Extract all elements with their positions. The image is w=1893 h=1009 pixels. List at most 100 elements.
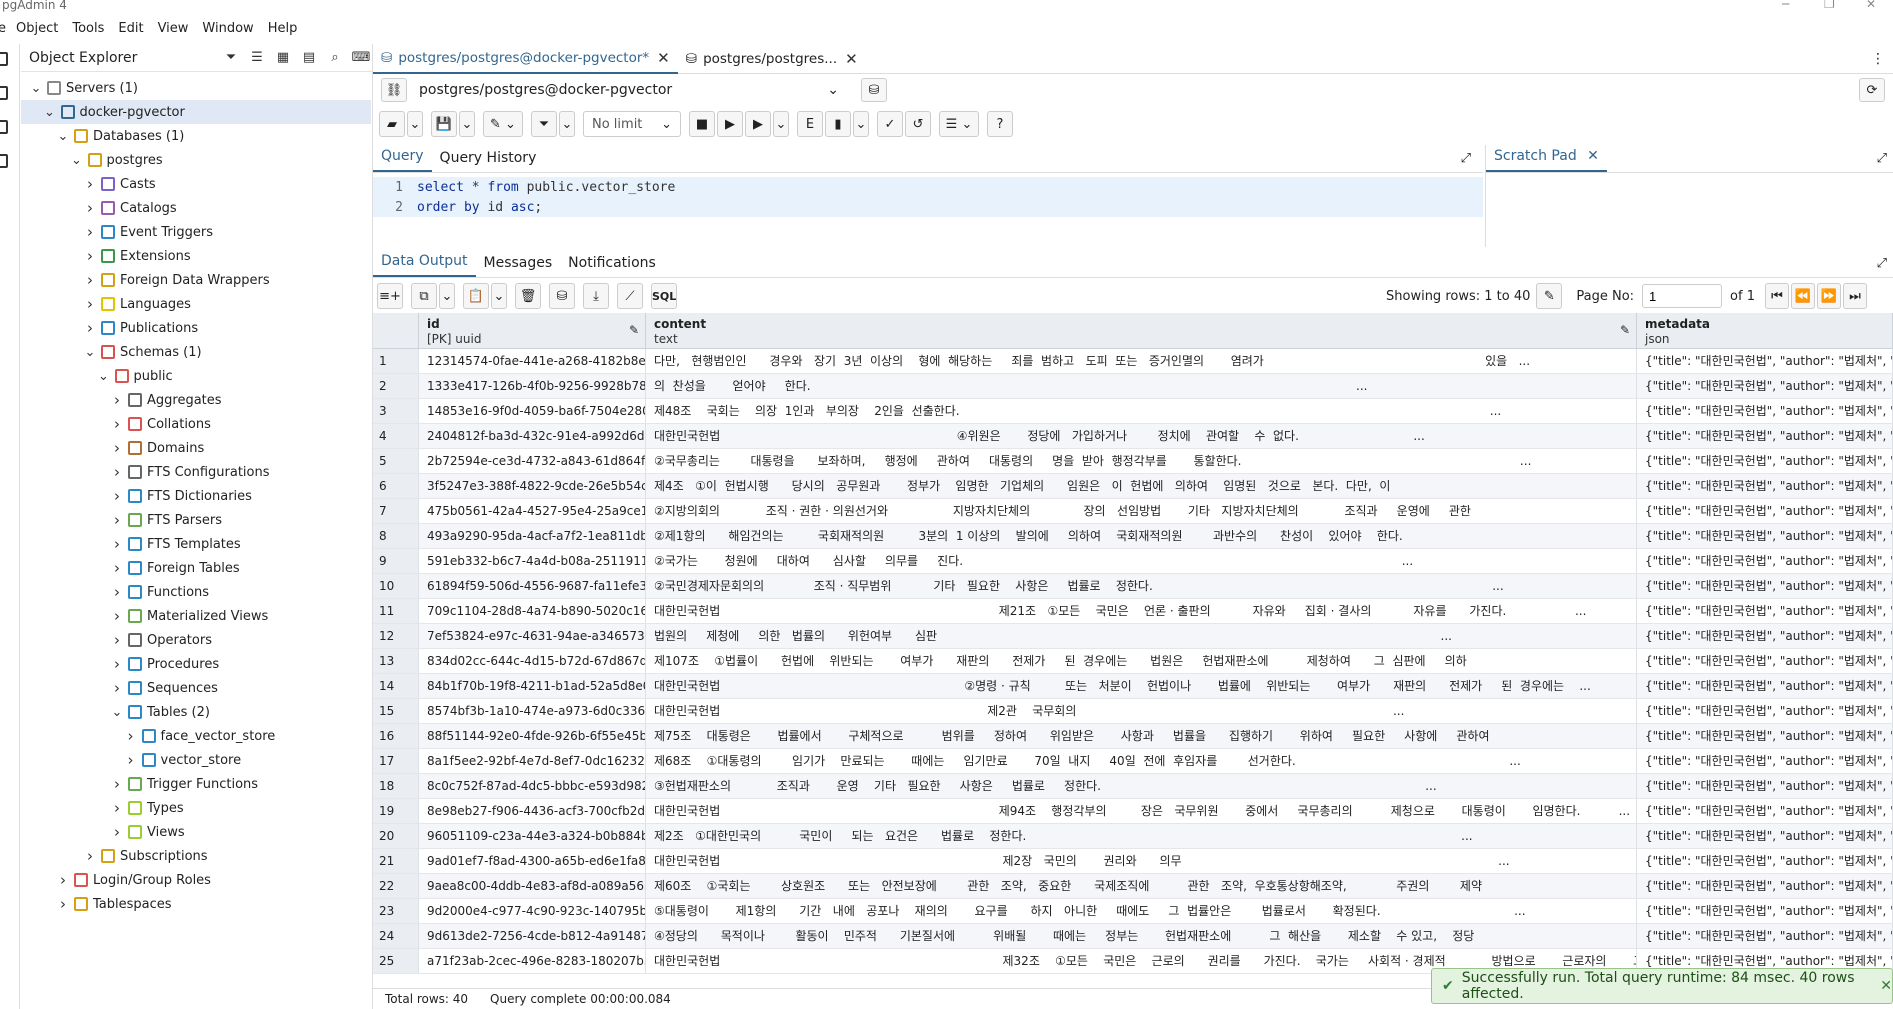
cell-content[interactable]: 제107조 ①법률이 헌법에 위반되는 여부가 재판의 전제가 된 경우에는 법…	[646, 649, 1637, 673]
menu-tools[interactable]: Tools	[72, 21, 104, 36]
cell-id[interactable]: 14853e16-9f0d-4059-ba6f-7504e280...	[419, 399, 646, 423]
table-row[interactable]: 23 9d2000e4-c977-4c90-923c-140795b... ⑤대통령…	[373, 899, 1893, 924]
paste-dropdown[interactable]: ⌄	[491, 283, 507, 309]
row-number[interactable]: 12	[373, 624, 419, 648]
cell-content[interactable]: ②국무총리는 대통령을 보좌하며, 행정에 관하여 대통령의 명을 받아 행정각…	[646, 449, 1637, 473]
explain-dropdown[interactable]: ⌄	[853, 111, 869, 137]
row-number[interactable]: 6	[373, 474, 419, 498]
cell-content[interactable]: 제60조 ①국회는 상호원조 또는 안전보장에 관한 조약, 중요한 국제조직에…	[646, 874, 1637, 898]
menu-view[interactable]: View	[158, 21, 189, 36]
page-no-input[interactable]	[1642, 284, 1723, 308]
tree-node[interactable]: › Functions	[21, 580, 371, 604]
table-row[interactable]: 21 9ad01ef7-f8ad-4300-a65b-ed6e1fa8c... 대한…	[373, 849, 1893, 874]
table-row[interactable]: 16 88f51144-92e0-4fde-926b-6f55e45b... 제75…	[373, 724, 1893, 749]
cell-metadata[interactable]: {"title": "대한민국헌법", "author": "법제처", "so…	[1637, 574, 1893, 598]
cell-metadata[interactable]: {"title": "대한민국헌법", "author": "법제처", "so…	[1637, 849, 1893, 873]
expand-icon[interactable]: ⤢	[1877, 256, 1887, 271]
cell-metadata[interactable]: {"title": "대한민국헌법", "author": "법제처", "so…	[1637, 499, 1893, 523]
chevron-right-icon[interactable]: ›	[110, 799, 124, 817]
save-file-button[interactable]: 💾	[431, 111, 457, 137]
chevron-right-icon[interactable]: ›	[56, 871, 70, 889]
row-number[interactable]: 5	[373, 449, 419, 473]
table-row[interactable]: 13 834d02cc-644c-4d15-b72d-67d867d... 제107…	[373, 649, 1893, 674]
table-row[interactable]: 6 3f5247e3-388f-4822-9cde-26e5b54c... 제4조 …	[373, 474, 1893, 499]
chevron-right-icon[interactable]: ›	[110, 607, 124, 625]
chevron-right-icon[interactable]: ›	[110, 655, 124, 673]
first-page-icon[interactable]: ⏮	[1764, 283, 1789, 309]
tree-node[interactable]: › Subscriptions	[21, 844, 371, 868]
row-number[interactable]: 10	[373, 574, 419, 598]
open-file-button[interactable]: ▰	[379, 111, 405, 137]
cell-content[interactable]: ②국가는 청원에 대하여 심사할 의무를 진다. ...	[646, 549, 1637, 573]
menu-window[interactable]: Window	[202, 21, 253, 36]
chevron-down-icon[interactable]: ⌄	[83, 345, 97, 360]
help-button[interactable]: ?	[987, 111, 1013, 137]
table-row[interactable]: 12 7ef53824-e97c-4631-94ae-a3465734... 법원의…	[373, 624, 1893, 649]
chevron-down-icon[interactable]: ⌄	[56, 129, 70, 144]
cell-content[interactable]: ⑤대통령이 제1항의 기간 내에 공포나 재의의 요구를 하지 아니한 때에도 …	[646, 899, 1637, 923]
tree-node[interactable]: › FTS Templates	[21, 532, 371, 556]
filter-dropdown[interactable]: ⌄	[559, 111, 575, 137]
close-tab-icon[interactable]: ✕	[1587, 148, 1599, 164]
chevron-right-icon[interactable]: ›	[83, 223, 97, 241]
minimize-icon[interactable]: ─	[1782, 0, 1789, 11]
cell-id[interactable]: a71f23ab-2cec-496e-8283-180207b5...	[419, 949, 646, 973]
cell-metadata[interactable]: {"title": "대한민국헌법", "author": "법제처", "so…	[1637, 624, 1893, 648]
tree-node[interactable]: ⌄ postgres	[21, 148, 371, 172]
tree-node[interactable]: › Types	[21, 796, 371, 820]
explain-analyze-button[interactable]: ▮	[825, 111, 851, 137]
cell-metadata[interactable]: {"title": "대한민국헌법", "author": "법제처", "so…	[1637, 424, 1893, 448]
cell-id[interactable]: 7ef53824-e97c-4631-94ae-a3465734...	[419, 624, 646, 648]
cell-id[interactable]: 9aea8c00-4ddb-4e83-af8d-a089a563...	[419, 874, 646, 898]
tree-node[interactable]: › Procedures	[21, 652, 371, 676]
tree-node[interactable]: › Collations	[21, 412, 371, 436]
cell-id[interactable]: 84b1f70b-19f8-4211-b1ad-52a5d8e0...	[419, 674, 646, 698]
cell-metadata[interactable]: {"title": "대한민국헌법", "author": "법제처", "so…	[1637, 649, 1893, 673]
chevron-down-icon[interactable]: ⌄	[97, 369, 111, 384]
row-number[interactable]: 2	[373, 374, 419, 398]
close-tab-icon[interactable]: ✕	[657, 49, 670, 67]
macros-button[interactable]: ☰ ⌄	[939, 111, 979, 137]
table-row[interactable]: 11 709c1104-28d8-4a74-b890-5020c16... 대한민국…	[373, 599, 1893, 624]
tab-query-history[interactable]: Query History	[432, 150, 545, 172]
tree-node[interactable]: › Aggregates	[21, 388, 371, 412]
expand-icon[interactable]: ⤢	[1461, 151, 1471, 166]
cell-content[interactable]: ②국민경제자문회의의 조직 · 직무범위 기타 필요한 사항은 법률로 정한다.…	[646, 574, 1637, 598]
chevron-right-icon[interactable]: ›	[83, 271, 97, 289]
cell-metadata[interactable]: {"title": "대한민국헌법", "author": "법제처", "so…	[1637, 599, 1893, 623]
cell-metadata[interactable]: {"title": "대한민국헌법", "author": "법제처", "so…	[1637, 924, 1893, 948]
row-number[interactable]: 19	[373, 799, 419, 823]
tree-node[interactable]: › Casts	[21, 172, 371, 196]
table-row[interactable]: 15 8574bf3b-1a10-474e-a973-6d0c336b... 대한민…	[373, 699, 1893, 724]
table-row[interactable]: 1 12314574-0fae-441e-a268-4182b8e8... 다만, …	[373, 349, 1893, 374]
cell-content[interactable]: ③헌법재판소의 조직과 운영 기타 필요한 사항은 법률로 정한다. ...	[646, 774, 1637, 798]
table-row[interactable]: 3 14853e16-9f0d-4059-ba6f-7504e280... 제48조…	[373, 399, 1893, 424]
chevron-right-icon[interactable]: ›	[83, 199, 97, 217]
chevron-down-icon[interactable]: ⌄	[110, 705, 124, 720]
cell-id[interactable]: 8574bf3b-1a10-474e-a973-6d0c336b...	[419, 699, 646, 723]
limit-select[interactable]: No limit ⌄	[583, 111, 681, 137]
chevron-right-icon[interactable]: ›	[110, 463, 124, 481]
row-number[interactable]: 25	[373, 949, 419, 973]
table-row[interactable]: 10 61894f59-506d-4556-9687-fa11efe3... ②국민…	[373, 574, 1893, 599]
row-number[interactable]: 17	[373, 749, 419, 773]
cell-metadata[interactable]: {"title": "대한민국헌법", "author": "법제처", "so…	[1637, 774, 1893, 798]
row-number[interactable]: 13	[373, 649, 419, 673]
table-row[interactable]: 20 96051109-c23a-44e3-a324-b0b884b... 제2조 …	[373, 824, 1893, 849]
row-number[interactable]: 20	[373, 824, 419, 848]
cell-content[interactable]: 대한민국헌법 제21조 ①모든 국민은 언론 · 출판의 자유와 집회 · 결사…	[646, 599, 1637, 623]
cell-content[interactable]: 대한민국헌법 제94조 행정각부의 장은 국무위원 중에서 국무총리의 제청으로…	[646, 799, 1637, 823]
chevron-right-icon[interactable]: ›	[110, 823, 124, 841]
chevron-right-icon[interactable]: ›	[124, 727, 138, 745]
cell-id[interactable]: 96051109-c23a-44e3-a324-b0b884b...	[419, 824, 646, 848]
tree-node[interactable]: › Foreign Data Wrappers	[21, 268, 371, 292]
filter-button[interactable]: ⏷	[531, 111, 557, 137]
table-row[interactable]: 2 1333e417-126b-4f0b-9256-9928b78a... 의 찬성…	[373, 374, 1893, 399]
row-number[interactable]: 16	[373, 724, 419, 748]
commit-button[interactable]: ✓	[877, 111, 903, 137]
tree-node[interactable]: › FTS Configurations	[21, 460, 371, 484]
explain-button[interactable]: E	[797, 111, 823, 137]
cell-content[interactable]: 법원의 제청에 의한 법률의 위헌여부 심판 ...	[646, 624, 1637, 648]
cell-metadata[interactable]: {"title": "대한민국헌법", "author": "법제처", "so…	[1637, 699, 1893, 723]
table-row[interactable]: 24 9d613de2-7256-4cde-b812-4a91487... ④정당의…	[373, 924, 1893, 949]
